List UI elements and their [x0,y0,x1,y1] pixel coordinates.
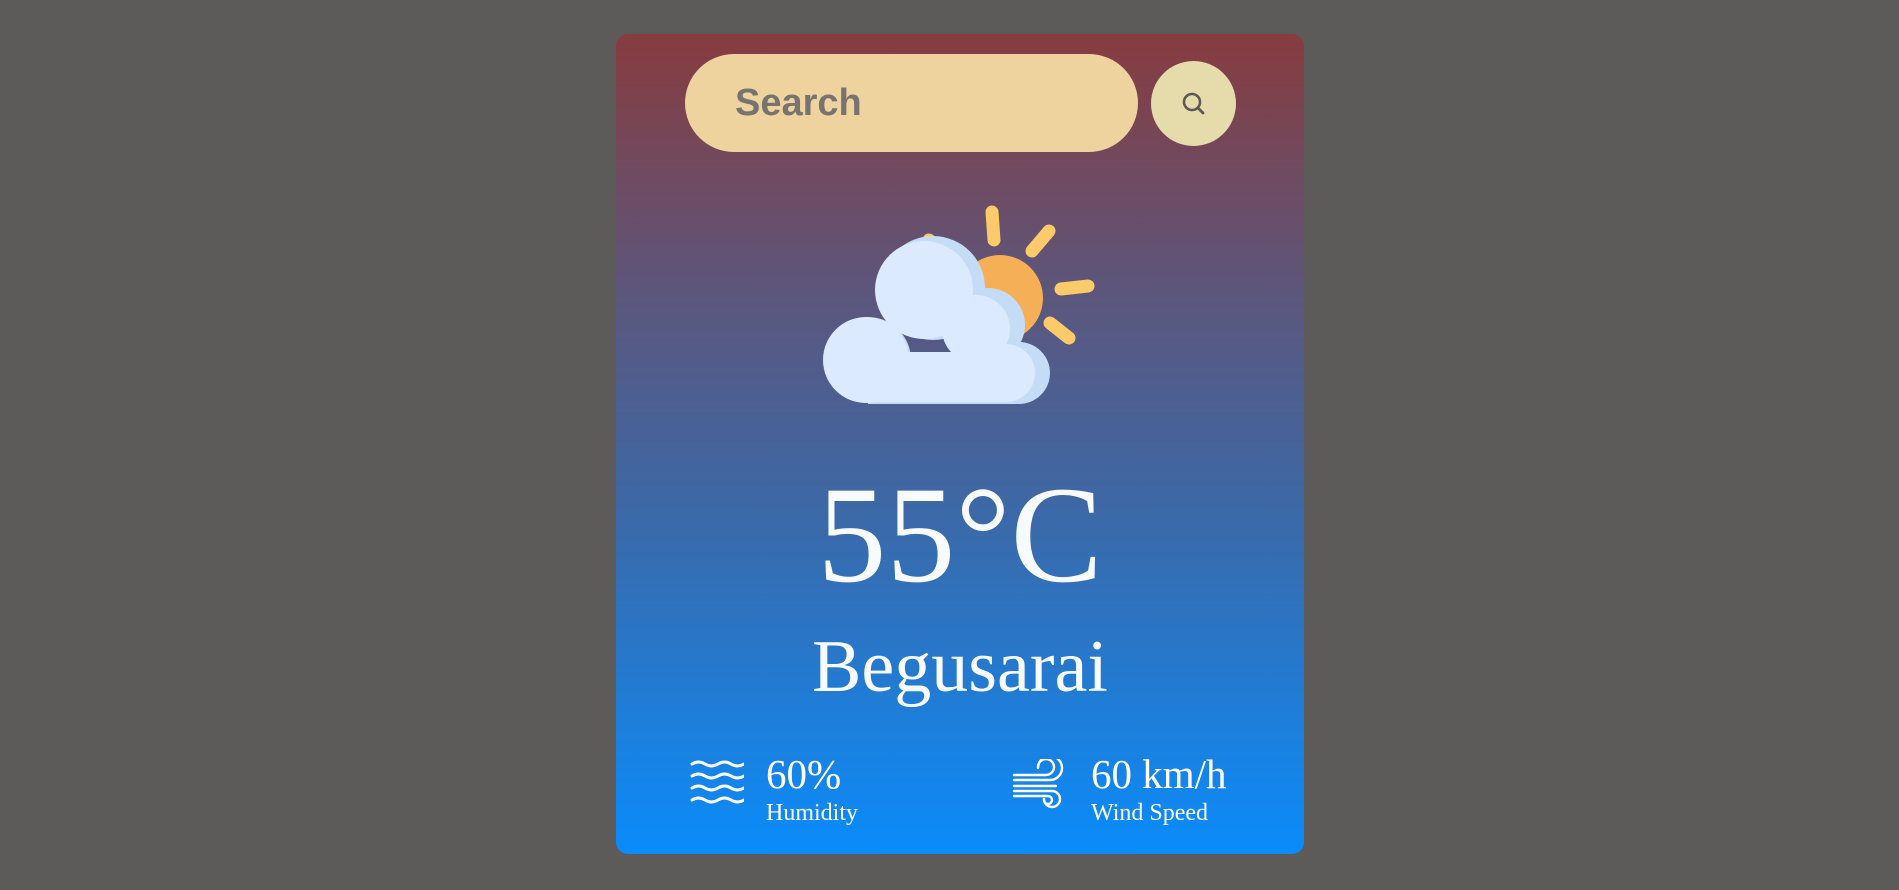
search-button[interactable] [1151,61,1236,146]
search-bar [685,54,1236,152]
wind-speed-label: Wind Speed [1091,800,1209,826]
humidity-stat: 60% Humidity [690,751,890,832]
humidity-waves-icon [690,760,744,804]
wind-speed-value: 60 km/h [1091,751,1227,797]
temperature: 55°C [817,458,1103,611]
weather-card: 55°C Begusarai 60% Humidity 60 km/h Wind… [616,34,1304,854]
search-icon [1182,92,1205,115]
wind-icon [1012,759,1064,809]
humidity-label: Humidity [766,800,859,826]
city-name: Begusarai [812,626,1108,708]
partly-cloudy-icon [816,202,1116,434]
search-input[interactable] [685,54,1138,152]
wind-stat: 60 km/h Wind Speed [1012,751,1252,832]
humidity-value: 60% [766,751,842,797]
